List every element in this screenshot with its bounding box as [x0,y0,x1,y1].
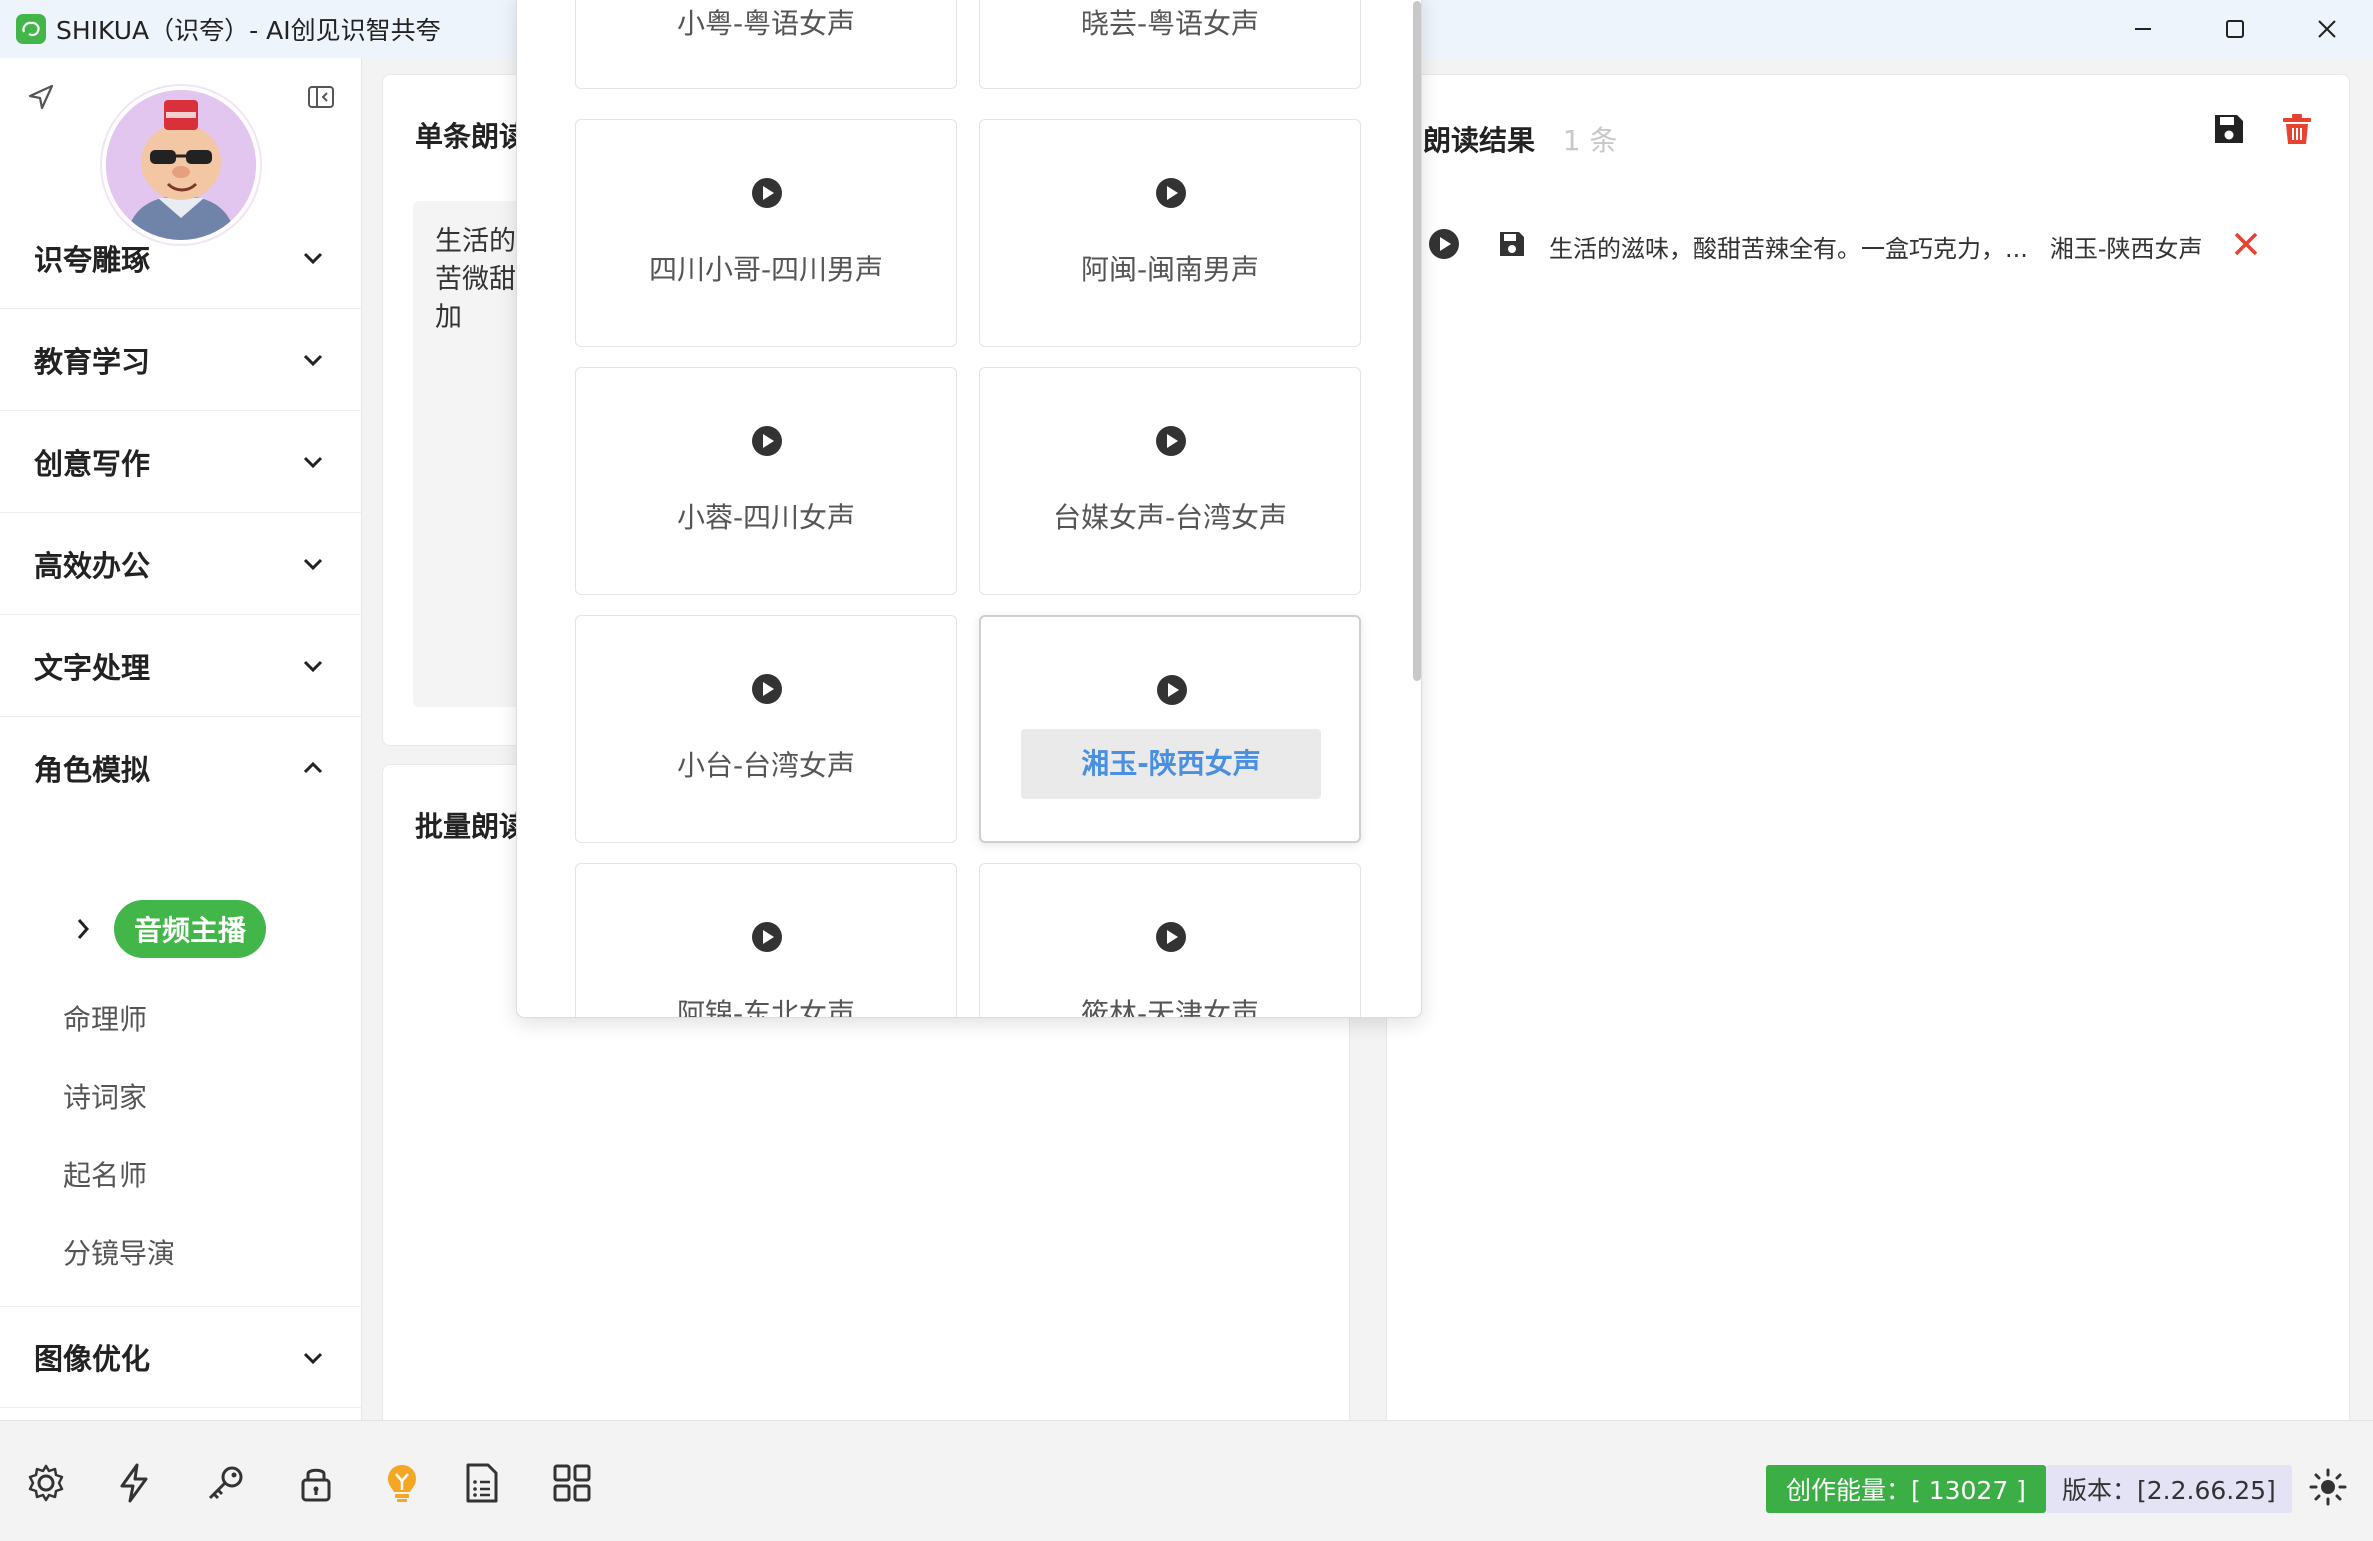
gear-icon [28,1464,64,1502]
close-button[interactable] [2281,0,2373,58]
document-list-icon [466,1463,498,1503]
voice-card[interactable]: 四川小哥-四川男声 [575,119,957,347]
voice-picker-popup: 小粤-粤语女声 晓芸-粤语女声 四川小哥-四川男声 阿闽-闽南男声 小蓉-四川女… [516,0,1422,1018]
sidebar-item-label: 音频主播 [114,900,267,958]
category-education[interactable]: 教育学习 [0,309,362,411]
energy-button[interactable] [112,1461,156,1505]
chevron-down-icon [303,456,323,469]
sidebar: 识夸雕琢 教育学习 创意写作 高效办公 文字处理 角色模拟 音频主播 命理师 诗… [0,58,362,1460]
sidebar-item-poet[interactable]: 诗词家 [63,1076,147,1116]
key-icon [208,1466,243,1500]
batch-reading-title: 批量朗读 [415,810,528,843]
play-icon [752,922,782,952]
play-icon [752,426,782,456]
play-icon [752,674,782,704]
chevron-up-icon [303,761,323,774]
play-icon [1156,922,1186,952]
grid-apps-button[interactable] [550,1461,594,1505]
key-button[interactable] [204,1461,248,1505]
category-shikua-diaozhuo[interactable]: 识夸雕琢 [0,207,362,309]
chevron-down-icon [303,660,323,673]
app-logo-icon [16,14,46,44]
results-count: 1 条 [1562,124,1618,157]
play-icon [1429,229,1459,259]
minimize-icon [2135,28,2151,30]
category-creative-writing[interactable]: 创意写作 [0,411,362,513]
results-header: 朗读结果 1 条 [1423,119,1617,159]
category-image-optimize[interactable]: 图像优化 [0,1306,362,1408]
theme-toggle-button[interactable] [2308,1467,2348,1511]
play-result-button[interactable] [1427,227,1461,265]
results-card: 朗读结果 1 条 生活的滋味，酸甜苦辣全有。一盒巧克力，... 湘玉-陕西女声 [1386,74,2350,1428]
sidebar-item-namer[interactable]: 起名师 [63,1154,147,1194]
lock-icon [301,1468,331,1502]
lock-button[interactable] [294,1461,338,1505]
category-role-play[interactable]: 角色模拟 [0,717,362,819]
play-icon [752,178,782,208]
single-reading-title: 单条朗读 [415,120,528,153]
chevron-down-icon [303,558,323,571]
document-list-button[interactable] [460,1461,504,1505]
save-icon [1500,232,1524,256]
results-title: 朗读结果 [1423,124,1536,157]
sun-icon [2309,1468,2347,1506]
send-icon[interactable] [26,82,56,116]
chevron-right-icon [77,919,90,939]
settings-button[interactable] [24,1461,68,1505]
grid-icon [553,1464,591,1502]
chevron-down-icon [303,1352,323,1365]
tips-button[interactable] [380,1461,424,1505]
minimize-button[interactable] [2097,0,2189,58]
voice-card[interactable]: 晓芸-粤语女声 [979,0,1361,89]
play-icon [1157,675,1187,705]
result-row: 生活的滋味，酸甜苦辣全有。一盒巧克力，... 湘玉-陕西女声 [1427,217,2327,275]
voice-card[interactable]: 台媒女声-台湾女声 [979,367,1361,595]
play-icon [1156,426,1186,456]
maximize-icon [2226,20,2244,38]
play-icon [1156,178,1186,208]
sidebar-item-storyboard-director[interactable]: 分镜导演 [63,1232,175,1272]
delete-all-button[interactable] [2279,111,2315,151]
sidebar-item-audio-host[interactable]: 音频主播 [0,900,362,960]
sidebar-item-fortune-teller[interactable]: 命理师 [63,998,147,1038]
chevron-down-icon [303,252,323,265]
lightning-icon [120,1463,148,1503]
voice-card[interactable]: 阿锦-东北女声 [575,863,957,1017]
save-all-button[interactable] [2211,111,2247,151]
save-result-button[interactable] [1497,229,1527,263]
version-badge: 版本：[2.2.66.25] [2046,1465,2292,1513]
energy-badge: 创作能量：[ 13027 ] [1766,1465,2046,1513]
trash-icon [2283,114,2311,144]
close-icon [2234,232,2257,256]
chevron-down-icon [303,354,323,367]
maximize-button[interactable] [2189,0,2281,58]
delete-result-button[interactable] [2233,231,2259,261]
voice-card[interactable]: 小粤-粤语女声 [575,0,957,89]
voice-card[interactable]: 阿闽-闽南男声 [979,119,1361,347]
voice-card-selected[interactable]: 湘玉-陕西女声 [979,615,1361,843]
close-icon [2318,20,2336,38]
status-bar: 创作能量：[ 13027 ] 版本：[2.2.66.25] [0,1420,2373,1541]
collapse-sidebar-icon[interactable] [306,82,336,116]
window-title: SHIKUA（识夸）- AI创见识智共夸 [56,16,441,45]
voice-card[interactable]: 筱林-天津女声 [979,863,1361,1017]
voice-card[interactable]: 小台-台湾女声 [575,615,957,843]
result-voice: 湘玉-陕西女声 [2049,234,2203,263]
lightbulb-icon [388,1465,416,1502]
result-text: 生活的滋味，酸甜苦辣全有。一盒巧克力，... [1549,234,2028,263]
category-text-processing[interactable]: 文字处理 [0,615,362,717]
voice-card[interactable]: 小蓉-四川女声 [575,367,957,595]
save-icon [2215,115,2243,143]
category-office[interactable]: 高效办公 [0,513,362,615]
popup-scrollbar[interactable] [1413,1,1421,681]
